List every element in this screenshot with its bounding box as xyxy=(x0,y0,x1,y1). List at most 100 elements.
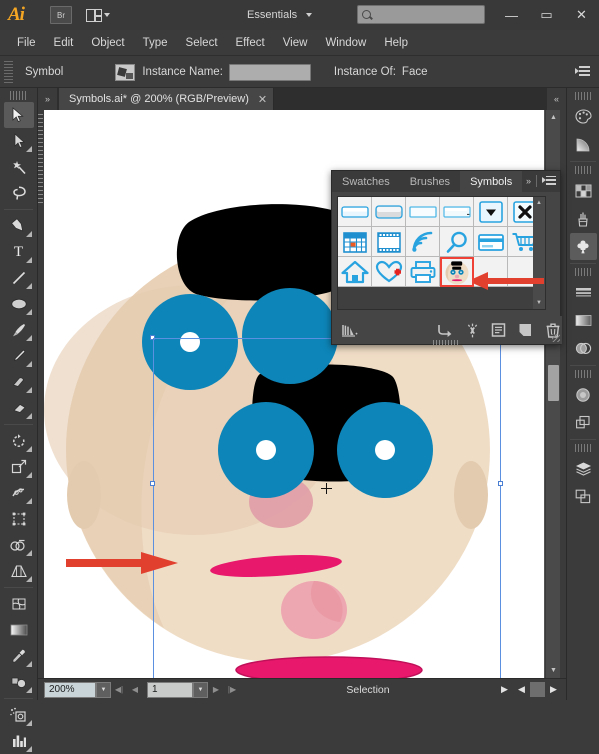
shape-builder-tool[interactable] xyxy=(4,532,34,558)
free-transform-tool[interactable] xyxy=(4,506,34,532)
pen-tool[interactable] xyxy=(4,213,34,239)
scroll-down-icon[interactable]: ▼ xyxy=(546,663,561,678)
page-number-field[interactable]: 1 xyxy=(147,681,193,698)
pencil-tool[interactable] xyxy=(4,343,34,369)
button-symbol[interactable] xyxy=(372,197,406,227)
zoom-level-field[interactable]: 200% xyxy=(44,681,96,698)
zoom-dropdown-icon[interactable]: ▼ xyxy=(96,681,111,698)
dropdown-button-symbol[interactable] xyxy=(474,197,508,227)
hscroll-left-icon[interactable]: ◀ xyxy=(513,682,530,698)
panel-bottom-grip[interactable] xyxy=(433,340,459,345)
scroll-thumb[interactable] xyxy=(548,365,559,401)
symbols-panel[interactable]: Swatches Brushes Symbols » ▲ ▼ xyxy=(331,170,562,345)
paintbrush-tool[interactable] xyxy=(4,317,34,343)
menu-object[interactable]: Object xyxy=(82,34,133,52)
printer-symbol[interactable] xyxy=(406,257,440,287)
arrange-documents-icon[interactable] xyxy=(86,6,110,24)
menu-edit[interactable]: Edit xyxy=(45,34,83,52)
menu-type[interactable]: Type xyxy=(134,34,177,52)
selection-handle-ml[interactable] xyxy=(150,481,155,486)
instance-name-input[interactable] xyxy=(228,63,311,81)
search-field-symbol[interactable] xyxy=(440,197,474,227)
gradient-panel-icon[interactable] xyxy=(570,131,597,158)
magic-wand-tool[interactable] xyxy=(4,154,34,180)
line-segment-tool[interactable] xyxy=(4,265,34,291)
blend-tool[interactable] xyxy=(4,669,34,695)
menu-help[interactable]: Help xyxy=(375,34,417,52)
menu-view[interactable]: View xyxy=(274,34,317,52)
menu-window[interactable]: Window xyxy=(316,34,375,52)
page-dropdown-icon[interactable]: ▼ xyxy=(193,681,208,698)
first-page-icon[interactable]: ◀| xyxy=(111,682,127,698)
control-bar-menu-icon[interactable] xyxy=(575,66,590,78)
dock-grip-2[interactable] xyxy=(575,166,591,174)
scale-tool[interactable] xyxy=(4,454,34,480)
text-field-symbol[interactable] xyxy=(338,197,372,227)
width-tool[interactable] xyxy=(4,480,34,506)
place-symbol-instance[interactable] xyxy=(436,319,455,341)
layers-panel-icon[interactable] xyxy=(570,455,597,482)
collapse-panel-icon[interactable]: » xyxy=(526,176,531,186)
prev-page-icon[interactable]: ◀ xyxy=(127,682,143,698)
dock-grip-3[interactable] xyxy=(575,268,591,276)
break-link-to-symbol[interactable] xyxy=(463,319,482,341)
direct-selection-tool[interactable] xyxy=(4,128,34,154)
dock-grip-4[interactable] xyxy=(575,370,591,378)
credit-card-symbol[interactable] xyxy=(474,227,508,257)
new-symbol[interactable] xyxy=(516,319,535,341)
next-page-icon[interactable]: ▶ xyxy=(208,682,224,698)
type-tool[interactable]: T xyxy=(4,239,34,265)
close-icon[interactable]: ✕ xyxy=(258,93,267,106)
lasso-tool[interactable] xyxy=(4,180,34,206)
column-graph-tool[interactable] xyxy=(4,728,34,754)
artboards-panel-icon[interactable] xyxy=(570,483,597,510)
blob-brush-tool[interactable] xyxy=(4,369,34,395)
transparency-panel-icon[interactable] xyxy=(570,335,597,362)
scroll-up-icon[interactable]: ▲ xyxy=(546,110,561,125)
color-panel-icon[interactable] xyxy=(570,103,597,130)
tab-brushes[interactable]: Brushes xyxy=(399,171,461,192)
eraser-tool[interactable] xyxy=(4,395,34,421)
hscroll-right-icon[interactable]: ▶ xyxy=(545,682,562,698)
tab-symbols[interactable]: Symbols xyxy=(460,171,523,192)
hscroll-thumb[interactable] xyxy=(530,682,545,697)
tools-panel-grip[interactable] xyxy=(9,91,28,100)
symbol-sprayer-tool[interactable] xyxy=(4,702,34,728)
perspective-grid-tool[interactable] xyxy=(4,558,34,584)
document-tab[interactable]: Symbols.ai* @ 200% (RGB/Preview) ✕ xyxy=(59,88,275,110)
wifi-signal-symbol[interactable] xyxy=(406,227,440,257)
panel-resize-grip[interactable] xyxy=(552,334,560,342)
expand-panels-right-icon[interactable]: « xyxy=(547,88,566,110)
home-symbol[interactable] xyxy=(338,257,372,287)
stroke-panel-icon[interactable] xyxy=(570,279,597,306)
calendar-symbol[interactable] xyxy=(338,227,372,257)
menu-select[interactable]: Select xyxy=(177,34,227,52)
heart-plus-symbol[interactable] xyxy=(372,257,406,287)
close-button[interactable]: ✕ xyxy=(564,0,599,30)
symbol-libraries-menu[interactable] xyxy=(340,319,359,341)
symbol-options[interactable] xyxy=(489,319,508,341)
film-strip-symbol[interactable] xyxy=(372,227,406,257)
face-symbol[interactable] xyxy=(440,257,474,287)
maximize-button[interactable]: ▭ xyxy=(529,0,564,30)
bridge-icon[interactable]: Br xyxy=(50,6,72,24)
gradient2-panel-icon[interactable] xyxy=(570,307,597,334)
magnifier-symbol[interactable] xyxy=(440,227,474,257)
input-box-symbol[interactable] xyxy=(406,197,440,227)
minimize-button[interactable]: — xyxy=(494,0,529,30)
dock-grip-5[interactable] xyxy=(575,444,591,452)
panel-options-menu-icon[interactable] xyxy=(542,175,556,187)
eyedropper-tool[interactable] xyxy=(4,643,34,669)
selection-tool[interactable] xyxy=(3,102,34,128)
menu-file[interactable]: File xyxy=(8,34,45,52)
gradient-tool[interactable] xyxy=(4,617,34,643)
status-expand-icon[interactable]: ▶ xyxy=(496,682,513,698)
symbols-scroll-down-icon[interactable]: ▼ xyxy=(533,297,545,309)
swatches-panel-icon[interactable] xyxy=(570,177,597,204)
rotate-tool[interactable] xyxy=(4,428,34,454)
selection-handle-tl[interactable] xyxy=(150,335,155,340)
menu-effect[interactable]: Effect xyxy=(227,34,274,52)
ellipse-tool[interactable] xyxy=(4,291,34,317)
symbols-panel-icon[interactable] xyxy=(569,233,597,260)
expand-panels-left-icon[interactable]: » xyxy=(38,88,57,110)
